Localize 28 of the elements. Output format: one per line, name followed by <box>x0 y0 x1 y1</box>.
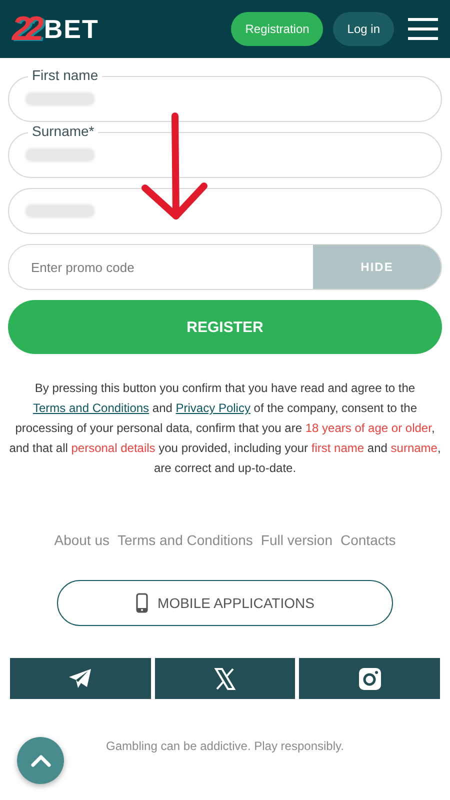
footer-link[interactable]: About us <box>54 532 110 548</box>
field-label: First name <box>28 67 102 83</box>
social-button[interactable] <box>10 658 151 699</box>
social-button[interactable] <box>154 658 296 699</box>
footer-link[interactable]: Full version <box>260 532 332 548</box>
chevron-up-icon <box>30 754 50 766</box>
input-field[interactable] <box>8 188 442 234</box>
footer-link[interactable]: Terms and Conditions <box>118 532 253 548</box>
login-button[interactable]: Log in <box>333 12 394 46</box>
mobile-apps-button[interactable]: MOBILE APPLICATIONS <box>57 580 393 626</box>
camera-icon <box>358 666 382 690</box>
registration-button[interactable]: Registration <box>231 12 324 46</box>
scroll-top-button[interactable] <box>17 737 64 784</box>
logo[interactable]: 22 BET <box>12 10 222 48</box>
hide-button[interactable]: HIDE <box>313 245 441 289</box>
promo-field[interactable]: Enter promo code HIDE <box>8 244 442 290</box>
phone-icon <box>136 593 148 613</box>
menu-icon[interactable] <box>408 17 438 41</box>
terms-link[interactable]: Privacy Policy <box>176 401 250 415</box>
field-label: Surname* <box>28 123 98 139</box>
x-logo-icon <box>214 668 236 690</box>
register-button[interactable]: REGISTER <box>8 300 442 354</box>
paper-plane-icon <box>68 668 92 690</box>
social-button[interactable] <box>299 658 440 699</box>
terms-link[interactable]: Terms and Conditions <box>33 401 150 415</box>
consent-text: By pressing this button you confirm that you have read and agree to the Terms and Conditions and Privacy Policy of the company, consent to the processing of your personal data, confirm that you are 18 years of age or older, and that all personal details you provided, including your first name and surname, are correct and up-to-date. <box>8 380 442 477</box>
footer-link[interactable]: Contacts <box>340 532 396 548</box>
responsible-gambling-notice: Gambling can be addictive. Play responsibly. <box>105 739 345 753</box>
